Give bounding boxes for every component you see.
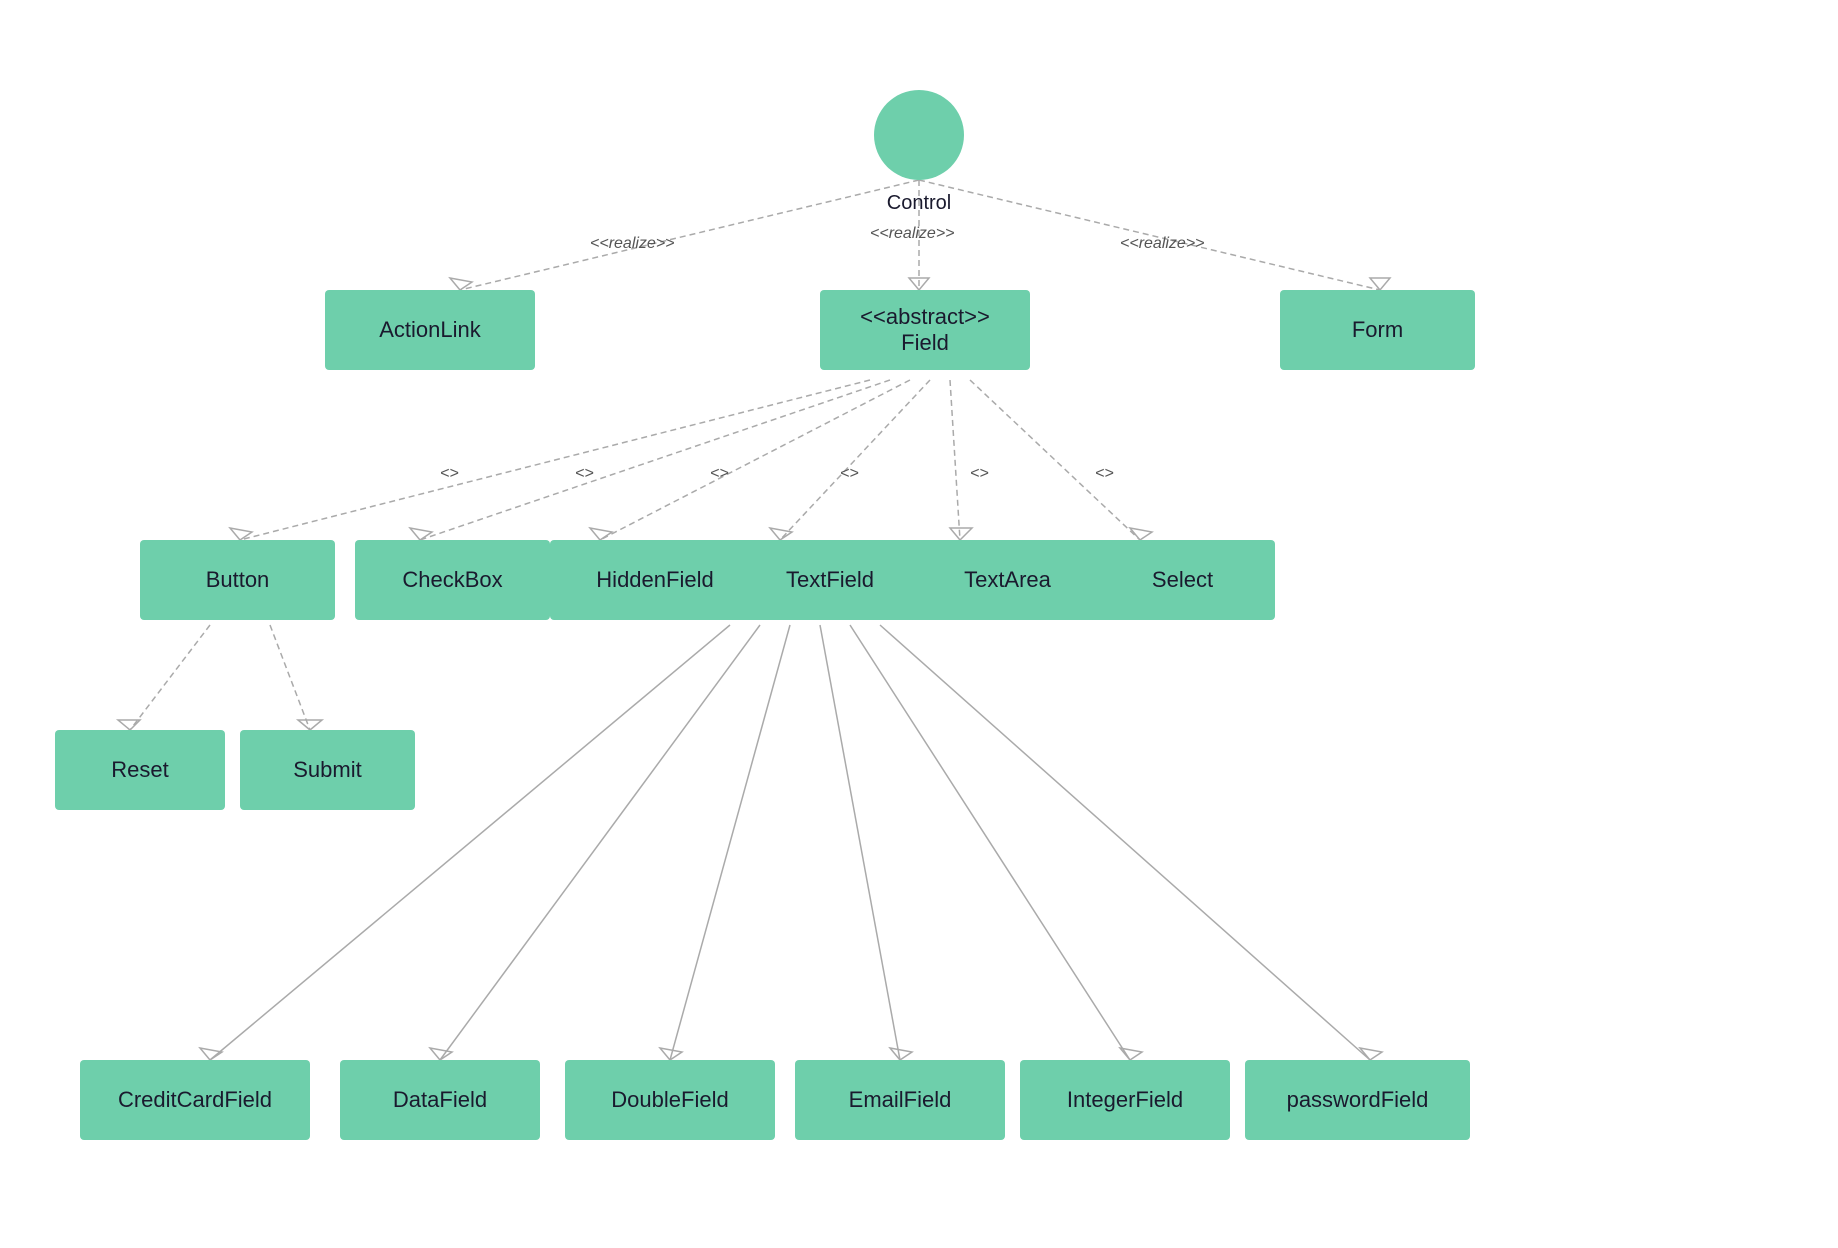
creditcardfield-node: CreditCardField — [80, 1060, 310, 1140]
edge-label-control-form: <<realize>> — [1120, 235, 1205, 253]
passwordfield-node: passwordField — [1245, 1060, 1470, 1140]
diagram-container: <<realize>> <<realize>> <<realize>> <> <… — [0, 0, 1838, 1248]
emailfield-node: EmailField — [795, 1060, 1005, 1140]
actionlink-node: ActionLink — [325, 290, 535, 370]
select-node: Select — [1090, 540, 1275, 620]
textarea-node: TextArea — [910, 540, 1105, 620]
integerfield-node: IntegerField — [1020, 1060, 1230, 1140]
edge-label-field-select: <> — [1095, 465, 1114, 483]
edge-label-control-field: <<realize>> — [870, 225, 955, 243]
datafield-node: DataField — [340, 1060, 540, 1140]
checkbox-node: CheckBox — [355, 540, 550, 620]
form-node: Form — [1280, 290, 1475, 370]
edge-label-field-button: <> — [440, 465, 459, 483]
control-label: Control — [874, 192, 964, 215]
edge-label-field-hidden: <> — [710, 465, 729, 483]
edge-label-control-actionlink: <<realize>> — [590, 235, 675, 253]
button-node: Button — [140, 540, 335, 620]
edge-label-field-checkbox: <> — [575, 465, 594, 483]
edge-label-field-textarea: <> — [970, 465, 989, 483]
field-node: <<abstract>> Field — [820, 290, 1030, 370]
textfield-node: TextField — [730, 540, 930, 620]
control-node — [874, 90, 964, 180]
submit-node: Submit — [240, 730, 415, 810]
reset-node: Reset — [55, 730, 225, 810]
doublefield-node: DoubleField — [565, 1060, 775, 1140]
hiddenfield-node: HiddenField — [550, 540, 760, 620]
edge-label-field-textfield: <> — [840, 465, 859, 483]
